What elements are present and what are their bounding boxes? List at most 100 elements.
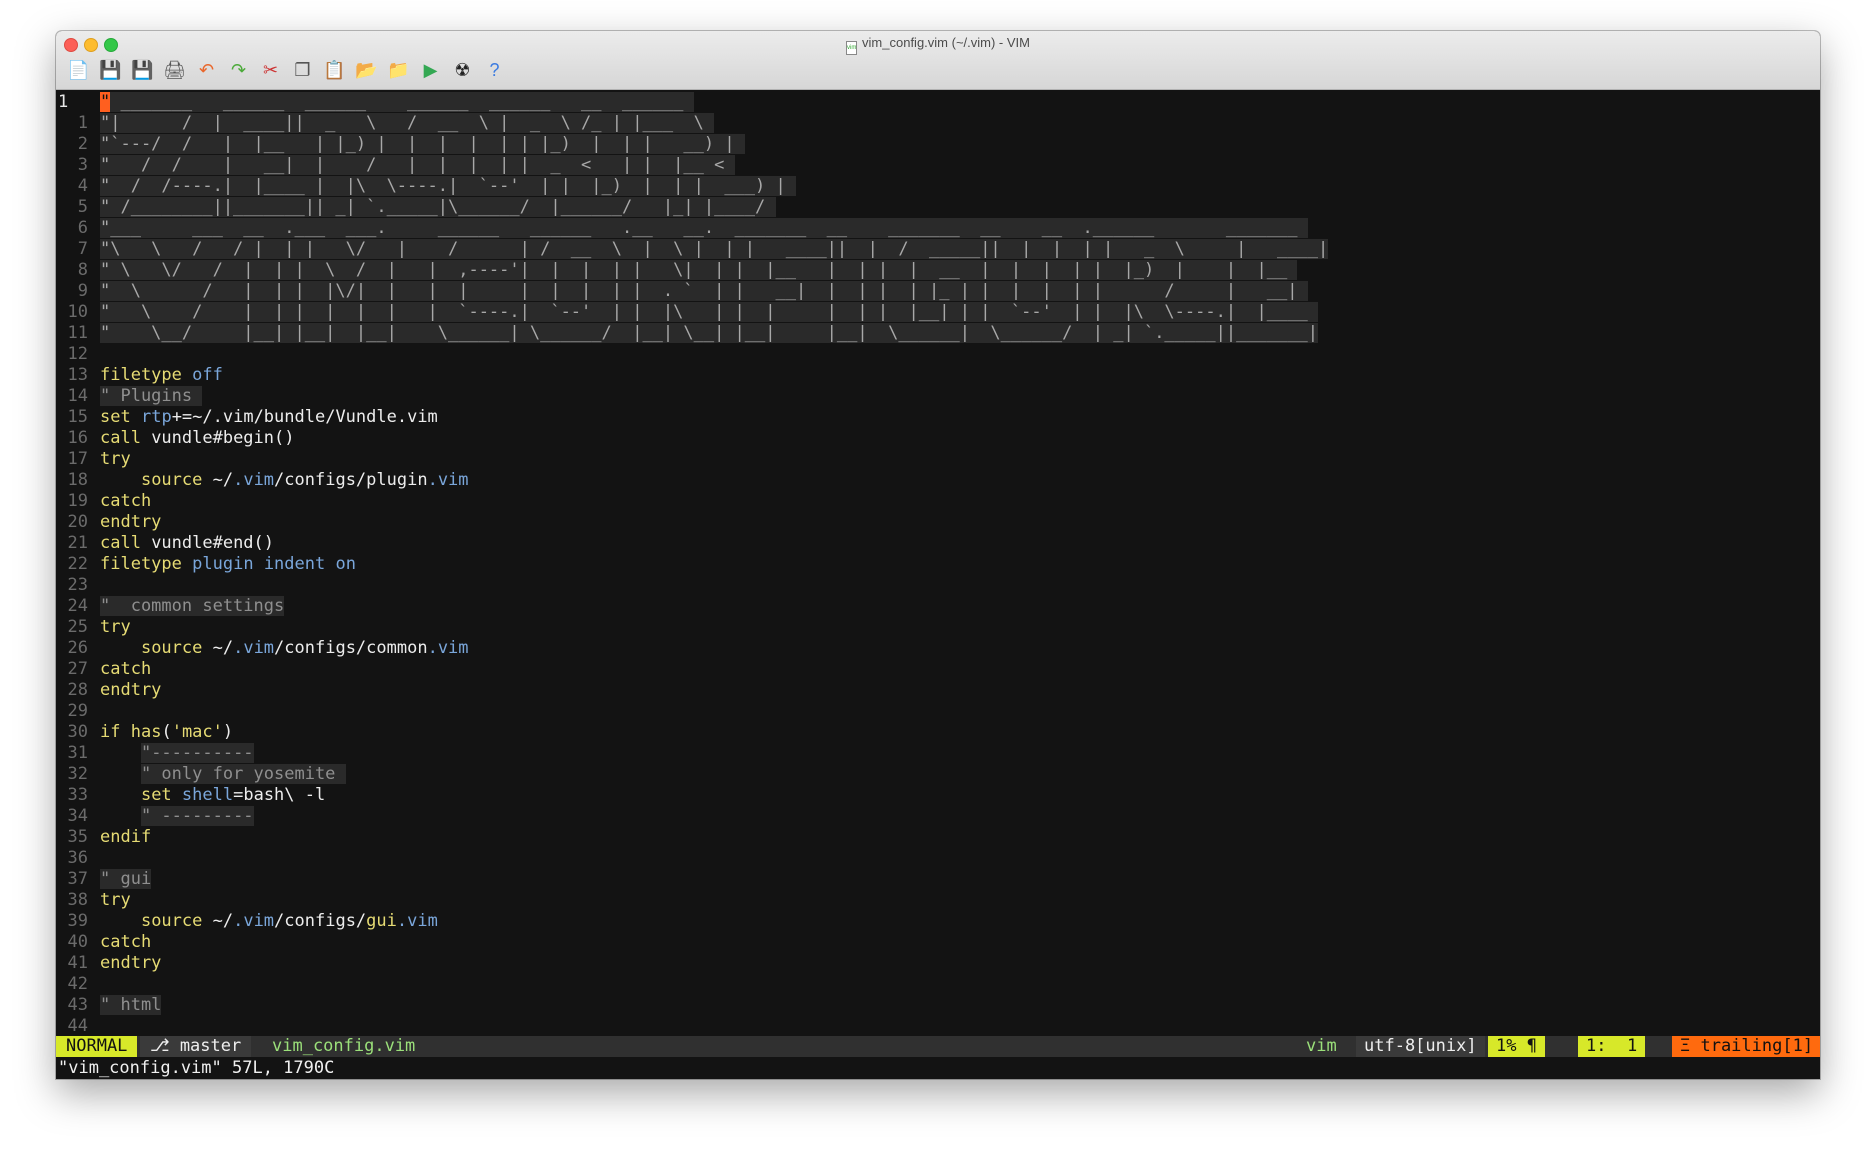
- cut-icon[interactable]: ✂: [258, 58, 283, 83]
- save-icon[interactable]: 💾: [98, 58, 123, 83]
- code-token: plugin: [192, 554, 254, 574]
- line-text: " ---------: [100, 806, 254, 827]
- code-token: /configs/common: [274, 638, 428, 658]
- code-token: ~/: [202, 638, 234, 658]
- code-token: has: [130, 722, 162, 742]
- line-text: catch: [100, 491, 151, 512]
- line-text: " \ / | | | |\/| | | | | | | | | . ` | |…: [100, 281, 1308, 302]
- code-token: .vim: [233, 911, 275, 931]
- print-icon[interactable]: 🖨: [162, 58, 187, 83]
- line-text: " \ / | | | | | | | `----.| `--' | | |\ …: [100, 302, 1318, 323]
- code-token: " / /----.| |____ | |\ \----.| `--' | | …: [100, 176, 796, 196]
- trailing-whitespace-warning: Ξ trailing[1]: [1672, 1036, 1820, 1057]
- line-text: " /________||_______|| _| `._____|\_____…: [100, 197, 776, 218]
- paste-icon[interactable]: 📋: [322, 58, 347, 83]
- command-message: "vim_config.vim" 57L, 1790C: [56, 1057, 1820, 1079]
- code-token: " Plugins: [100, 386, 203, 406]
- code-token: .vim: [233, 638, 275, 658]
- code-token: "\ \ / / | | | \/ | / | / __ \ | \ | | |…: [100, 239, 1329, 259]
- code-token: " html: [100, 995, 162, 1015]
- line-text: call vundle#end(): [100, 533, 274, 554]
- file-encoding: utf-8[unix]: [1356, 1036, 1485, 1057]
- code-token: (: [161, 722, 172, 742]
- code-token: catch: [100, 659, 152, 679]
- file-name: vim_config.vim: [272, 1036, 416, 1056]
- redo-icon[interactable]: ↷: [226, 58, 251, 83]
- line-number: 29: [67, 701, 88, 721]
- code-token: " \ \/ / | | | \ / | | ,----'| | | | | \…: [100, 260, 1298, 280]
- line-number: 42: [67, 974, 88, 994]
- code-token: vundle#end(): [140, 533, 275, 553]
- help-icon[interactable]: ?: [482, 58, 507, 83]
- line-number: 15: [67, 407, 88, 427]
- line-number: 23: [67, 575, 88, 595]
- code-token: try: [100, 449, 131, 469]
- vim-window: vim vim_config.vim (~/.vim) - VIM 📄 💾 💾 🖨 ↶ ↷ ✂…: [56, 31, 1820, 1079]
- line-number: 39: [67, 911, 88, 931]
- line-number: 3: [77, 155, 88, 175]
- line-text: catch: [100, 932, 151, 953]
- code-token: =bash\ -l: [233, 785, 326, 805]
- line-number: 26: [67, 638, 88, 658]
- line-text: " / /----.| |____ | |\ \----.| `--' | | …: [100, 176, 796, 197]
- line-number: 10: [67, 302, 88, 322]
- undo-icon[interactable]: ↶: [194, 58, 219, 83]
- code-token: try: [100, 890, 131, 910]
- toolbar: 📄 💾 💾 🖨 ↶ ↷ ✂ ❐ 📋 📂 📁 ▶ ☢?: [66, 55, 507, 85]
- cursor-position: 1: 1: [1578, 1036, 1646, 1057]
- file-type: vim: [1306, 1036, 1337, 1056]
- line-number: 19: [67, 491, 88, 511]
- line-text: filetype off: [100, 365, 223, 386]
- line-text: set shell=bash\ -l: [100, 785, 325, 806]
- line-number: 5: [77, 197, 88, 217]
- line-text: " only for yosemite: [100, 764, 346, 785]
- run-icon[interactable]: ▶: [418, 58, 443, 83]
- code-token: " common settings: [100, 596, 285, 616]
- load-session-icon[interactable]: 📂: [354, 58, 379, 83]
- code-token: /configs/plugin: [274, 470, 428, 490]
- code-token: catch: [100, 491, 152, 511]
- git-branch: ⎇ master: [140, 1036, 252, 1057]
- line-number: 18: [67, 470, 88, 490]
- code-token: " / / | __| | / | | | | | _ < | | |__ <: [100, 155, 735, 175]
- line-number: 4: [77, 176, 88, 196]
- line-text: source ~/.vim/configs/gui.vim: [100, 911, 438, 932]
- editor-buffer[interactable]: 1 " _______ ______ ______ ______ ______ _…: [58, 90, 1818, 1036]
- line-number: 40: [67, 932, 88, 952]
- status-line: NORMAL ⎇ master vim_config.vim vim utf-8…: [56, 1036, 1820, 1057]
- code-token: on: [335, 554, 356, 574]
- line-number: 37: [67, 869, 88, 889]
- text-cursor: ": [100, 92, 111, 112]
- code-token: .vim: [233, 470, 275, 490]
- code-token: +=~/.vim/bundle/Vundle.vim: [171, 407, 438, 427]
- code-token: " \__/ |__| |__| |__| \______| \______/ …: [100, 323, 1318, 343]
- line-text: "----------: [100, 743, 254, 764]
- line-number: 32: [67, 764, 88, 784]
- code-token: " only for yosemite: [140, 764, 346, 784]
- code-token: " \ / | | | | | | | `----.| `--' | | |\ …: [100, 302, 1318, 322]
- code-token: source: [140, 470, 203, 490]
- code-token: filetype: [100, 365, 182, 385]
- save-all-icon[interactable]: 💾: [130, 58, 155, 83]
- code-token: "----------: [140, 743, 254, 763]
- line-text: "\ \ / / | | | \/ | / | / __ \ | \ | | |…: [100, 239, 1329, 260]
- line-text: endtry: [100, 512, 161, 533]
- open-icon[interactable]: 📄: [66, 58, 91, 83]
- line-number: 7: [77, 239, 88, 259]
- make-icon[interactable]: ☢: [450, 58, 475, 83]
- line-text: " gui: [100, 869, 152, 890]
- line-number: 1: [58, 92, 69, 112]
- save-session-icon[interactable]: 📁: [386, 58, 411, 83]
- line-number: 22: [67, 554, 88, 574]
- code-token: set: [140, 785, 172, 805]
- line-text: try: [100, 617, 131, 638]
- copy-icon[interactable]: ❐: [290, 58, 315, 83]
- line-number: 41: [67, 953, 88, 973]
